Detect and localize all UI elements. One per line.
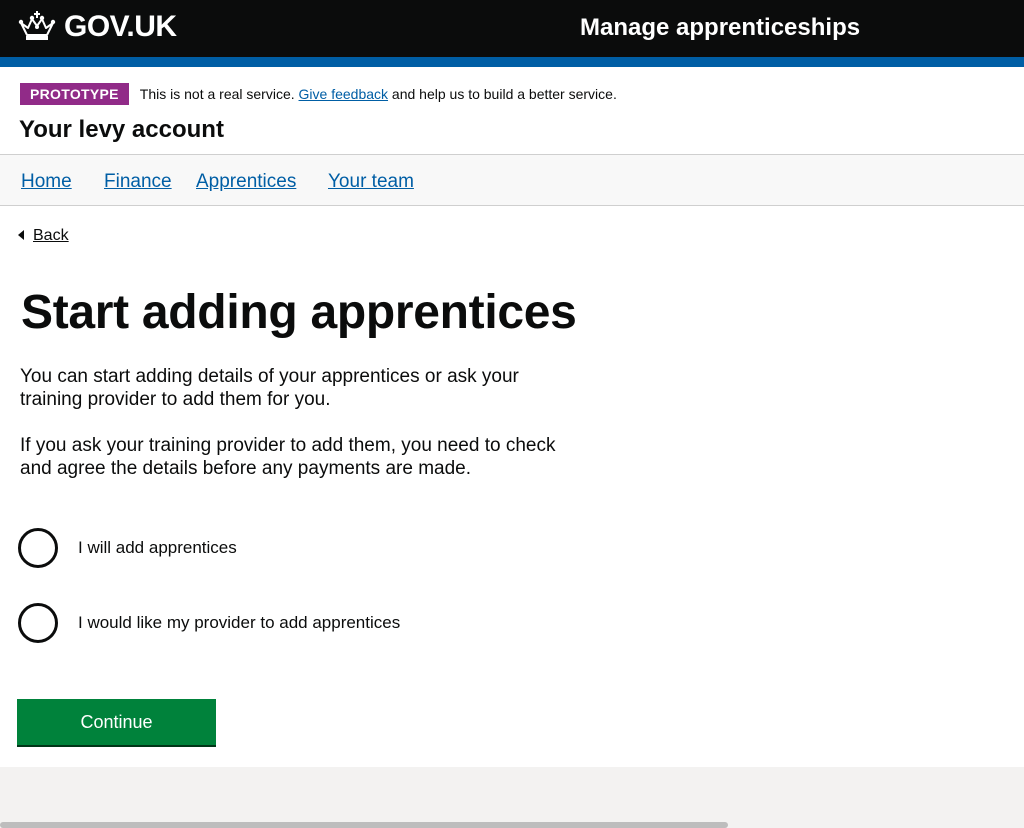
nav-item-apprentices[interactable]: Apprentices	[196, 171, 296, 193]
govuk-logo[interactable]: GOV.UK	[18, 10, 177, 44]
phase-banner-text: This is not a real service. Give feedbac…	[140, 86, 617, 102]
phase-banner: PROTOTYPE This is not a real service. Gi…	[20, 83, 617, 105]
radio-button[interactable]	[18, 528, 58, 568]
back-arrow-icon	[18, 230, 24, 240]
page-footer	[0, 767, 1024, 828]
main-nav: Home Finance Apprentices Your team	[0, 154, 1024, 206]
provider-paragraph: If you ask your training provider to add…	[20, 435, 556, 479]
continue-button[interactable]: Continue	[17, 699, 216, 745]
account-title: Your levy account	[19, 116, 224, 143]
phase-text-after: and help us to build a better service.	[391, 86, 617, 102]
nav-item-finance[interactable]: Finance	[104, 171, 172, 193]
back-link-label: Back	[33, 227, 69, 244]
radio-button[interactable]	[18, 603, 58, 643]
intro-paragraph: You can start adding details of your app…	[20, 366, 519, 410]
nav-item-home[interactable]: Home	[21, 171, 72, 193]
header-stripe	[0, 57, 1024, 67]
give-feedback-link[interactable]: Give feedback	[299, 86, 389, 102]
page-title: Start adding apprentices	[21, 286, 577, 339]
nav-item-your-team[interactable]: Your team	[328, 171, 414, 193]
radio-label: I would like my provider to add apprenti…	[78, 613, 401, 632]
service-name[interactable]: Manage apprenticeships	[580, 14, 860, 42]
prototype-tag: PROTOTYPE	[20, 83, 129, 105]
crown-icon	[18, 11, 56, 40]
radio-option-provider-adds[interactable]: I would like my provider to add apprenti…	[18, 603, 400, 643]
radio-option-add-myself[interactable]: I will add apprentices	[18, 528, 237, 568]
site-header: GOV.UK Manage apprenticeships	[0, 0, 1024, 57]
radio-label: I will add apprentices	[78, 538, 237, 557]
horizontal-scrollbar[interactable]	[0, 822, 728, 828]
phase-text-before: This is not a real service.	[139, 86, 295, 102]
logo-text: GOV.UK	[64, 10, 177, 43]
back-link[interactable]: Back	[18, 226, 69, 246]
